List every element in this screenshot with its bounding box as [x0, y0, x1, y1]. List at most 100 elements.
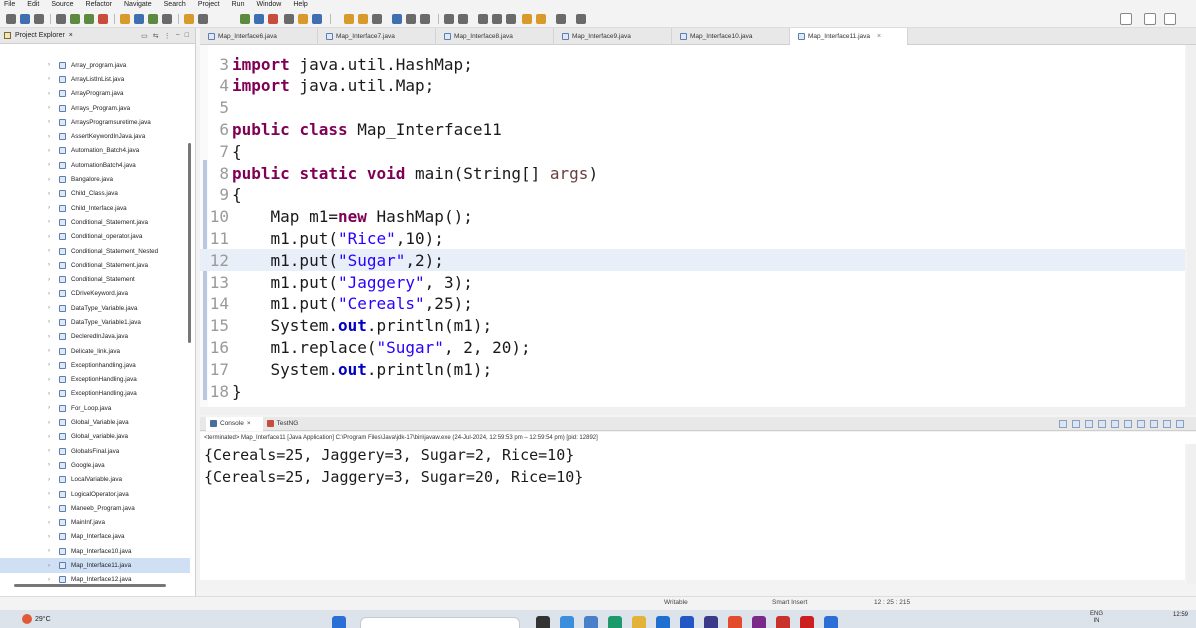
skip-breakpoints-icon[interactable]	[284, 14, 294, 24]
file-tree-item[interactable]: › LogicalOperator.java	[0, 487, 190, 501]
run-icon[interactable]	[84, 14, 94, 24]
menu-item-window[interactable]: Window	[256, 0, 281, 10]
navigate-back-icon[interactable]	[556, 14, 566, 24]
next-annotation-icon[interactable]	[444, 14, 454, 24]
chevron-right-icon[interactable]: ›	[48, 434, 54, 440]
word-wrap-icon[interactable]	[1111, 420, 1119, 428]
file-tree-item[interactable]: › Array_program.java	[0, 58, 190, 72]
chevron-right-icon[interactable]: ›	[48, 205, 54, 211]
annotation-next-icon[interactable]	[358, 14, 368, 24]
chevron-right-icon[interactable]: ›	[48, 348, 54, 354]
close-icon[interactable]: ×	[247, 420, 251, 427]
open-task-icon[interactable]	[312, 14, 322, 24]
menu-item-file[interactable]: File	[4, 0, 15, 10]
explorer-vertical-scrollbar[interactable]	[188, 143, 191, 343]
chevron-right-icon[interactable]: ›	[48, 505, 54, 511]
chevron-right-icon[interactable]: ›	[48, 177, 54, 183]
editor-tab[interactable]: Map_Interface8.java	[436, 28, 554, 45]
open-console-icon[interactable]	[1150, 420, 1158, 428]
mail-icon[interactable]	[680, 616, 694, 628]
file-tree-item[interactable]: › Google.java	[0, 458, 190, 472]
menu-item-navigate[interactable]: Navigate	[124, 0, 152, 10]
console-output[interactable]: {Cereals=25, Jaggery=3, Sugar=2, Rice=10…	[200, 444, 1185, 580]
app-icon[interactable]	[776, 616, 790, 628]
file-tree-item[interactable]: › Global_Variable.java	[0, 415, 190, 429]
chevron-right-icon[interactable]: ›	[48, 577, 54, 583]
run-external-icon[interactable]	[98, 14, 108, 24]
editor-tab[interactable]: Map_Interface10.java	[672, 28, 790, 45]
save-all-icon[interactable]	[34, 14, 44, 24]
clear-console-icon[interactable]	[1085, 420, 1093, 428]
file-tree-item[interactable]: › Maneeb_Program.java	[0, 501, 190, 515]
block-selection-icon[interactable]	[406, 14, 416, 24]
chevron-right-icon[interactable]: ›	[48, 148, 54, 154]
close-icon[interactable]: ×	[69, 32, 73, 39]
stop-icon[interactable]	[268, 14, 278, 24]
menu-item-run[interactable]: Run	[232, 0, 245, 10]
file-tree-item[interactable]: › Global_variable.java	[0, 430, 190, 444]
file-tree-item[interactable]: › AutomationBatch4.java	[0, 158, 190, 172]
chevron-right-icon[interactable]: ›	[48, 420, 54, 426]
chevron-right-icon[interactable]: ›	[48, 491, 54, 497]
file-tree-item[interactable]: › DecleredInJava.java	[0, 330, 190, 344]
teams-icon[interactable]	[584, 616, 598, 628]
file-explorer-icon[interactable]	[632, 616, 646, 628]
history-icon[interactable]	[536, 14, 546, 24]
pin-console-icon[interactable]	[1124, 420, 1132, 428]
file-tree-item[interactable]: › AssertKeywordInJava.java	[0, 129, 190, 143]
navigate-forward-icon[interactable]	[576, 14, 586, 24]
editor-tab[interactable]: Map_Interface6.java	[200, 28, 318, 45]
chevron-right-icon[interactable]: ›	[48, 548, 54, 554]
chevron-right-icon[interactable]: ›	[48, 319, 54, 325]
eclipse-icon[interactable]	[704, 616, 718, 628]
file-tree-item[interactable]: › Map_Interface10.java	[0, 544, 190, 558]
java-perspective-icon[interactable]	[1164, 13, 1176, 25]
task-view-icon[interactable]	[536, 616, 550, 628]
editor-tab[interactable]: Map_Interface9.java	[554, 28, 672, 45]
file-tree-item[interactable]: › For_Loop.java	[0, 401, 190, 415]
chevron-right-icon[interactable]: ›	[48, 534, 54, 540]
chevron-right-icon[interactable]: ›	[48, 219, 54, 225]
chevron-right-icon[interactable]: ›	[48, 76, 54, 82]
chevron-right-icon[interactable]: ›	[48, 262, 54, 268]
chevron-right-icon[interactable]: ›	[48, 134, 54, 140]
chevron-right-icon[interactable]: ›	[48, 362, 54, 368]
menu-item-project[interactable]: Project	[198, 0, 220, 10]
external-tools-icon[interactable]	[198, 14, 208, 24]
editor-tab[interactable]: Map_Interface11.java ×	[790, 28, 908, 45]
chevron-right-icon[interactable]: ›	[48, 291, 54, 297]
menu-item-source[interactable]: Source	[51, 0, 73, 10]
open-type-icon[interactable]	[162, 14, 172, 24]
back-icon[interactable]	[492, 14, 502, 24]
file-tree-item[interactable]: › Map_Interface11.java	[0, 558, 190, 573]
file-tree-item[interactable]: › Conditional_Statement.java	[0, 258, 190, 272]
file-tree-item[interactable]: › GlobalsFinal.java	[0, 444, 190, 458]
perspective-icon[interactable]	[1144, 13, 1156, 25]
language-indicator[interactable]: ENG IN	[1090, 611, 1103, 625]
file-tree-item[interactable]: › ArrayProgram.java	[0, 87, 190, 101]
tab-testng[interactable]: TestNG	[266, 420, 311, 427]
debug-icon[interactable]	[70, 14, 80, 24]
new-wizard-icon[interactable]	[298, 14, 308, 24]
editor-vertical-scrollbar[interactable]	[1187, 45, 1196, 407]
menu-item-search[interactable]: Search	[164, 0, 186, 10]
app-icon[interactable]	[800, 616, 814, 628]
file-tree-item[interactable]: › Arrays_Program.java	[0, 101, 190, 115]
store-icon[interactable]	[656, 616, 670, 628]
last-edit-location-icon[interactable]	[478, 14, 488, 24]
file-tree-item[interactable]: › MainInf.java	[0, 516, 190, 530]
chevron-right-icon[interactable]: ›	[48, 391, 54, 397]
file-tree-item[interactable]: › ArrayListInList.java	[0, 72, 190, 86]
file-tree-item[interactable]: › Conditional_Statement.java	[0, 215, 190, 229]
minimize-icon[interactable]	[1163, 420, 1171, 428]
file-tree-item[interactable]: › Delicate_link.java	[0, 344, 190, 358]
edge-icon[interactable]	[608, 616, 622, 628]
minimize-icon[interactable]: −	[176, 32, 180, 40]
chevron-right-icon[interactable]: ›	[48, 119, 54, 125]
file-tree-item[interactable]: › ArraysProgramsuretime.java	[0, 115, 190, 129]
prev-annotation-icon[interactable]	[458, 14, 468, 24]
chevron-right-icon[interactable]: ›	[48, 277, 54, 283]
system-tray[interactable]: 12:59	[1173, 612, 1188, 619]
show-whitespace-icon[interactable]	[420, 14, 430, 24]
search-icon[interactable]	[1120, 13, 1132, 25]
